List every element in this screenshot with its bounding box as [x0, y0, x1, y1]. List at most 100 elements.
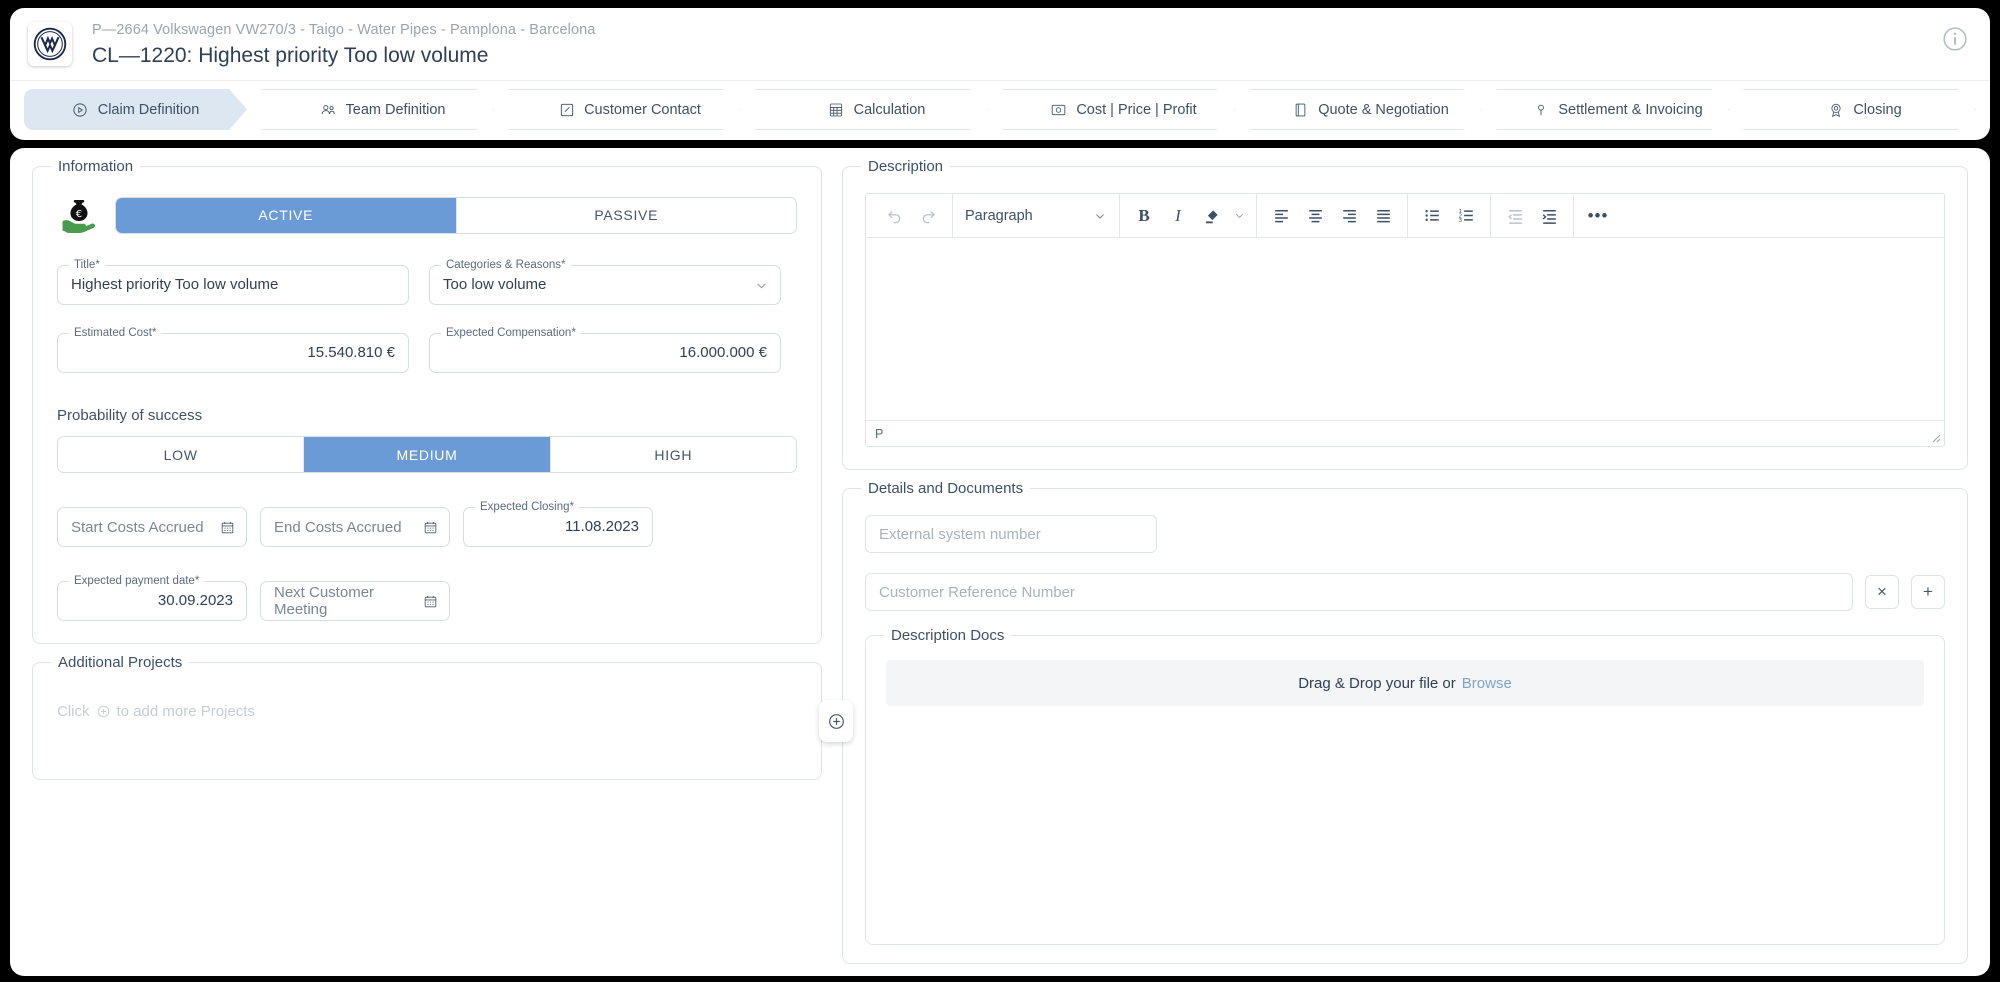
- category-field[interactable]: Categories & Reasons* Too low volume: [429, 257, 781, 305]
- calendar-icon[interactable]: [423, 594, 449, 609]
- browse-link[interactable]: Browse: [1462, 675, 1512, 692]
- contact-card-icon: [558, 101, 575, 118]
- redo-icon[interactable]: [912, 201, 944, 231]
- bold-button[interactable]: B: [1128, 201, 1160, 231]
- estimated-cost-label: Estimated Cost*: [69, 325, 162, 341]
- align-right-icon[interactable]: [1333, 201, 1365, 231]
- probability-option-medium[interactable]: MEDIUM: [304, 437, 551, 472]
- main-content-card: Information € ACTIVE PASSIVE Title* High…: [10, 148, 1990, 976]
- clear-reference-button[interactable]: ×: [1865, 575, 1899, 609]
- status-toggle[interactable]: ACTIVE PASSIVE: [115, 196, 797, 234]
- target-icon: [72, 101, 89, 118]
- end-costs-accrued-placeholder: End Costs Accrued: [274, 518, 402, 536]
- chevron-down-icon[interactable]: [754, 278, 780, 293]
- tab-label: Claim Definition: [97, 101, 200, 118]
- title-field-label: Title*: [69, 257, 105, 273]
- italic-button[interactable]: I: [1162, 201, 1194, 231]
- cost-row: Estimated Cost* 15.540.810 € Expected Co…: [57, 325, 797, 373]
- external-system-number-input[interactable]: External system number: [865, 515, 1157, 553]
- tab-cost-price-profit[interactable]: Cost | Price | Profit: [1002, 89, 1235, 130]
- page-title: CL—1220: Highest priority Too low volume: [92, 44, 489, 67]
- chevron-down-icon: [1093, 209, 1107, 223]
- paragraph-format-value: Paragraph: [965, 207, 1033, 224]
- information-legend: Information: [51, 157, 141, 177]
- calendar-icon[interactable]: [423, 520, 449, 535]
- expected-closing-label: Expected Closing*: [475, 499, 579, 515]
- bullet-list-icon[interactable]: [1416, 201, 1448, 231]
- estimated-cost-field[interactable]: Estimated Cost* 15.540.810 €: [57, 325, 409, 373]
- tab-settlement-invoicing[interactable]: Settlement & Invoicing: [1496, 89, 1729, 130]
- tab-label: Calculation: [853, 101, 926, 118]
- additional-projects-panel: Additional Projects Click to add more Pr…: [32, 653, 853, 780]
- tab-label: Quote & Negotiation: [1318, 101, 1449, 118]
- add-project-button[interactable]: [819, 700, 853, 742]
- coin-icon: [1050, 101, 1067, 118]
- add-reference-button[interactable]: +: [1911, 575, 1945, 609]
- calendar-icon[interactable]: [220, 520, 246, 535]
- align-left-icon[interactable]: [1265, 201, 1297, 231]
- title-field[interactable]: Title* Highest priority Too low volume: [57, 257, 409, 305]
- dropzone-text: Drag & Drop your file or: [1298, 674, 1456, 692]
- bold-label: B: [1138, 205, 1150, 225]
- additional-projects-hint: Click to add more Projects: [57, 703, 797, 720]
- tab-team-definition[interactable]: Team Definition: [261, 89, 494, 130]
- end-costs-accrued-field[interactable]: End Costs Accrued: [260, 507, 450, 547]
- hint-text-before: Click: [57, 703, 90, 720]
- more-options-button[interactable]: •••: [1582, 201, 1614, 231]
- probability-option-high[interactable]: HIGH: [550, 437, 796, 472]
- align-center-icon[interactable]: [1299, 201, 1331, 231]
- next-customer-meeting-field[interactable]: Next Customer Meeting: [260, 581, 450, 621]
- file-dropzone[interactable]: Drag & Drop your file or Browse: [886, 660, 1924, 706]
- editor-toolbar: Paragraph B I 1 2 3 •••: [866, 194, 1944, 238]
- description-legend: Description: [861, 157, 951, 177]
- customer-reference-row: Customer Reference Number × +: [865, 573, 1945, 611]
- status-option-passive[interactable]: PASSIVE: [456, 197, 796, 233]
- probability-option-low[interactable]: LOW: [58, 437, 305, 472]
- probability-toggle[interactable]: LOW MEDIUM HIGH: [57, 436, 797, 473]
- expected-compensation-field[interactable]: Expected Compensation* 16.000.000 €: [429, 325, 781, 373]
- editor-element-path: P: [875, 426, 884, 441]
- editor-status-bar: P: [866, 420, 1944, 446]
- highlighter-icon[interactable]: [1196, 201, 1228, 231]
- header-card: P—2664 Volkswagen VW270/3 - Taigo - Wate…: [10, 8, 1990, 140]
- tab-label: Closing: [1853, 101, 1902, 118]
- tab-calculation[interactable]: Calculation: [755, 89, 988, 130]
- svg-text:€: €: [76, 209, 82, 220]
- indent-group: [1491, 194, 1574, 237]
- resize-grip-icon[interactable]: [1929, 431, 1941, 443]
- description-docs-panel: Description Docs Drag & Drop your file o…: [865, 626, 1945, 945]
- tab-closing[interactable]: Closing: [1743, 89, 1976, 130]
- expected-payment-date-field[interactable]: Expected payment date* 30.09.2023: [57, 573, 247, 621]
- category-field-label: Categories & Reasons*: [441, 257, 571, 273]
- rich-text-editor: Paragraph B I 1 2 3 ••• P: [865, 193, 1945, 447]
- description-text-area[interactable]: [866, 238, 1944, 420]
- customer-reference-number-input[interactable]: Customer Reference Number: [865, 573, 1853, 611]
- dates-row-1: Start Costs Accrued End Costs Accrued Ex…: [57, 499, 797, 547]
- money-bag-hand-icon: €: [57, 193, 101, 237]
- start-costs-accrued-field[interactable]: Start Costs Accrued: [57, 507, 247, 547]
- info-circle-icon[interactable]: [1942, 26, 1968, 52]
- align-justify-icon[interactable]: [1367, 201, 1399, 231]
- header-text-block: P—2664 Volkswagen VW270/3 - Taigo - Wate…: [92, 20, 595, 70]
- left-column: Information € ACTIVE PASSIVE Title* High…: [32, 157, 853, 964]
- dates-row-2: Expected payment date* 30.09.2023 Next C…: [57, 573, 797, 621]
- title-category-row: Title* Highest priority Too low volume C…: [57, 257, 797, 305]
- undo-icon[interactable]: [878, 201, 910, 231]
- svg-text:3: 3: [1458, 218, 1462, 224]
- expected-closing-field[interactable]: Expected Closing* 11.08.2023: [463, 499, 653, 547]
- paragraph-format-select[interactable]: Paragraph: [961, 201, 1111, 231]
- right-column: Description Paragraph B I 1 2 3 ••• P De…: [842, 157, 1968, 964]
- highlight-chevron-down-icon[interactable]: [1230, 201, 1248, 231]
- tab-label: Cost | Price | Profit: [1076, 101, 1197, 118]
- tab-claim-definition[interactable]: Claim Definition: [24, 89, 247, 130]
- tab-customer-contact[interactable]: Customer Contact: [508, 89, 741, 130]
- tab-quote-negotiation[interactable]: Quote & Negotiation: [1249, 89, 1482, 130]
- start-costs-accrued-placeholder: Start Costs Accrued: [71, 518, 204, 536]
- status-option-active[interactable]: ACTIVE: [116, 197, 457, 233]
- block-format-group: Paragraph: [953, 194, 1120, 237]
- numbered-list-icon[interactable]: 123: [1450, 201, 1482, 231]
- plus-circle-icon: [827, 712, 846, 731]
- indent-icon[interactable]: [1533, 201, 1565, 231]
- outdent-icon[interactable]: [1499, 201, 1531, 231]
- breadcrumb: P—2664 Volkswagen VW270/3 - Taigo - Wate…: [92, 22, 596, 38]
